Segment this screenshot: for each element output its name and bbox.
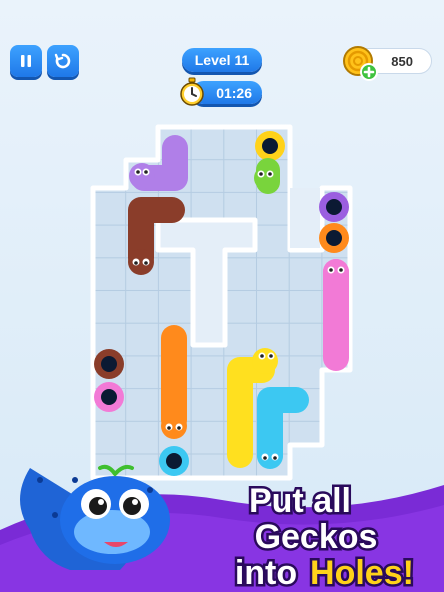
promo-line-3-white: into xyxy=(235,554,297,592)
promo-banner: Put all Geckos into Holes! xyxy=(0,464,444,592)
promo-line-2: Geckos xyxy=(255,518,378,556)
hole-purple[interactable] xyxy=(319,192,349,222)
hole-yellow[interactable] xyxy=(255,131,285,161)
hole-brown[interactable] xyxy=(94,349,124,379)
hole-orange[interactable] xyxy=(319,223,349,253)
gecko-pink[interactable] xyxy=(323,259,349,371)
hole-pink[interactable] xyxy=(94,382,124,412)
gecko-orange[interactable] xyxy=(161,325,187,439)
board-gap xyxy=(290,188,320,248)
gecko-green[interactable] xyxy=(254,158,280,194)
gecko-purple[interactable] xyxy=(129,135,188,191)
promo-line-1: Put all xyxy=(249,482,351,520)
promo-line-3-yellow: Holes! xyxy=(310,554,414,592)
